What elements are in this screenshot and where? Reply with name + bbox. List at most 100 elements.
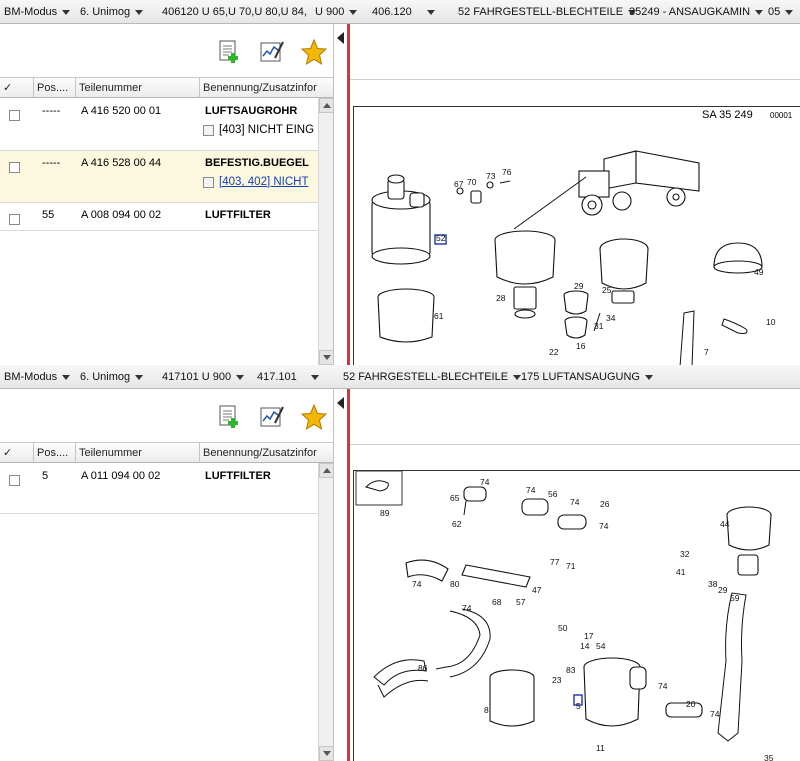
- callout-number[interactable]: 47: [532, 585, 542, 595]
- callout-number[interactable]: 28: [496, 293, 506, 303]
- callout-number[interactable]: 5: [576, 701, 581, 711]
- note-link[interactable]: [403, 402] NICHT: [219, 176, 308, 188]
- callout-number[interactable]: 76: [502, 167, 512, 177]
- callout-number[interactable]: 8: [484, 705, 489, 715]
- filter-product-group[interactable]: 6. Unimog: [80, 0, 144, 23]
- collapse-left-icon[interactable]: [337, 32, 344, 44]
- callout-number[interactable]: 29: [718, 585, 728, 595]
- scroll-up-button[interactable]: [319, 98, 334, 113]
- callout-number[interactable]: 67: [454, 179, 464, 189]
- callout-number[interactable]: 70: [467, 177, 477, 187]
- callout-number[interactable]: 68: [492, 597, 502, 607]
- callout-number[interactable]: 74: [658, 681, 668, 691]
- add-document-icon[interactable]: [214, 38, 242, 66]
- callout-number[interactable]: 34: [606, 313, 616, 323]
- callout-number[interactable]: 17: [584, 631, 594, 641]
- table-row[interactable]: 55 A 008 094 00 02 LUFTFILTER: [0, 203, 318, 231]
- callout-number[interactable]: 31: [594, 321, 604, 331]
- callout-number[interactable]: 74: [570, 497, 580, 507]
- table-row[interactable]: 5 A 011 094 00 02 LUFTFILTER: [0, 464, 318, 514]
- callout-number[interactable]: 86: [418, 663, 428, 673]
- row-checkbox[interactable]: [9, 214, 20, 225]
- row-checkbox[interactable]: [9, 110, 20, 121]
- callout-number[interactable]: 22: [549, 347, 559, 357]
- callout-number[interactable]: 89: [380, 508, 390, 518]
- vertical-scrollbar[interactable]: [318, 98, 334, 365]
- table-row[interactable]: ----- A 416 528 00 44 BEFESTIG.BUEGEL [4…: [0, 151, 318, 203]
- column-part-number[interactable]: Teilenummer: [76, 78, 200, 98]
- callout-number[interactable]: 74: [480, 477, 490, 487]
- scroll-down-button[interactable]: [319, 746, 334, 761]
- callout-number[interactable]: 20: [686, 699, 696, 709]
- filter-sheet[interactable]: 05: [768, 0, 794, 23]
- splitter[interactable]: [333, 389, 347, 761]
- filter-model-series[interactable]: U 900: [315, 0, 358, 23]
- favorite-star-icon[interactable]: [300, 38, 328, 66]
- filter-type[interactable]: 417.101: [257, 365, 297, 388]
- callout-number[interactable]: 26: [600, 499, 610, 509]
- column-position[interactable]: Pos....: [34, 443, 76, 463]
- column-description[interactable]: Benennung/Zusatzinfor: [200, 78, 318, 98]
- callout-number[interactable]: 59: [730, 593, 740, 603]
- column-description[interactable]: Benennung/Zusatzinfor: [200, 443, 318, 463]
- scroll-down-button[interactable]: [319, 350, 334, 365]
- collapse-left-icon[interactable]: [337, 397, 344, 409]
- table-row[interactable]: ----- A 416 520 00 01 LUFTSAUGROHR [403]…: [0, 99, 318, 151]
- edit-chart-icon[interactable]: [257, 38, 285, 66]
- filter-mode[interactable]: BM-Modus: [4, 365, 71, 388]
- filter-model[interactable]: 406120 U 65,U 70,U 80,U 84,: [162, 0, 307, 23]
- callout-number[interactable]: 10: [766, 317, 776, 327]
- filter-type-caret[interactable]: [427, 0, 435, 23]
- scroll-up-button[interactable]: [319, 463, 334, 478]
- splitter[interactable]: [333, 24, 347, 365]
- callout-number[interactable]: 83: [566, 665, 576, 675]
- filter-group[interactable]: 52 FAHRGESTELL-BLECHTEILE: [343, 365, 522, 388]
- callout-number[interactable]: 41: [676, 567, 686, 577]
- callout-number[interactable]: 74: [462, 603, 472, 613]
- favorite-star-icon[interactable]: [300, 403, 328, 431]
- callout-number[interactable]: 74: [412, 579, 422, 589]
- column-select[interactable]: ✓: [0, 78, 34, 98]
- callout-number[interactable]: 32: [680, 549, 690, 559]
- filter-type-caret[interactable]: [311, 365, 319, 388]
- callout-number[interactable]: 38: [708, 579, 718, 589]
- filter-subgroup[interactable]: 175 LUFTANSAUGUNG: [521, 365, 653, 388]
- column-select[interactable]: ✓: [0, 443, 34, 463]
- callout-number[interactable]: 35: [764, 753, 774, 761]
- filter-group[interactable]: 52 FAHRGESTELL-BLECHTEILE: [458, 0, 637, 23]
- callout-number[interactable]: 74: [710, 709, 720, 719]
- filter-product-group[interactable]: 6. Unimog: [80, 365, 144, 388]
- row-checkbox[interactable]: [9, 475, 20, 486]
- callout-number[interactable]: 77: [550, 557, 560, 567]
- callout-number[interactable]: 61: [434, 311, 444, 321]
- callout-number[interactable]: 62: [452, 519, 462, 529]
- callout-number[interactable]: 74: [599, 521, 609, 531]
- callout-number[interactable]: 54: [596, 641, 606, 651]
- callout-number[interactable]: 7: [704, 347, 709, 357]
- callout-number[interactable]: 23: [552, 675, 562, 685]
- filter-subgroup[interactable]: 35249 - ANSAUGKAMIN: [629, 0, 764, 23]
- add-document-icon[interactable]: [214, 403, 242, 431]
- callout-number[interactable]: 74: [526, 485, 536, 495]
- callout-number[interactable]: 25: [602, 285, 612, 295]
- callout-number[interactable]: 71: [566, 561, 576, 571]
- callout-number[interactable]: 56: [548, 489, 558, 499]
- callout-number[interactable]: 52: [436, 233, 446, 243]
- callout-number[interactable]: 11: [596, 743, 605, 753]
- exploded-drawing[interactable]: SA 35 249 00001 67 70 73 76 52 28 29 25 …: [353, 106, 800, 365]
- callout-number[interactable]: 49: [754, 267, 764, 277]
- callout-number[interactable]: 50: [558, 623, 568, 633]
- vertical-scrollbar[interactable]: [318, 463, 334, 761]
- exploded-drawing[interactable]: 89 65 74 62 74 56 74 26 74 44 32 41 38 29 59 74 80 77 71 68…: [353, 470, 800, 761]
- filter-model[interactable]: 417101 U 900: [162, 365, 245, 388]
- filter-type[interactable]: 406.120: [372, 0, 412, 23]
- edit-chart-icon[interactable]: [257, 403, 285, 431]
- callout-number[interactable]: 14: [580, 641, 590, 651]
- callout-number[interactable]: 73: [486, 171, 496, 181]
- callout-number[interactable]: 57: [516, 597, 526, 607]
- callout-number[interactable]: 80: [450, 579, 460, 589]
- callout-number[interactable]: 16: [576, 341, 586, 351]
- callout-number[interactable]: 29: [574, 281, 584, 291]
- row-checkbox[interactable]: [9, 162, 20, 173]
- callout-number[interactable]: 44: [720, 519, 730, 529]
